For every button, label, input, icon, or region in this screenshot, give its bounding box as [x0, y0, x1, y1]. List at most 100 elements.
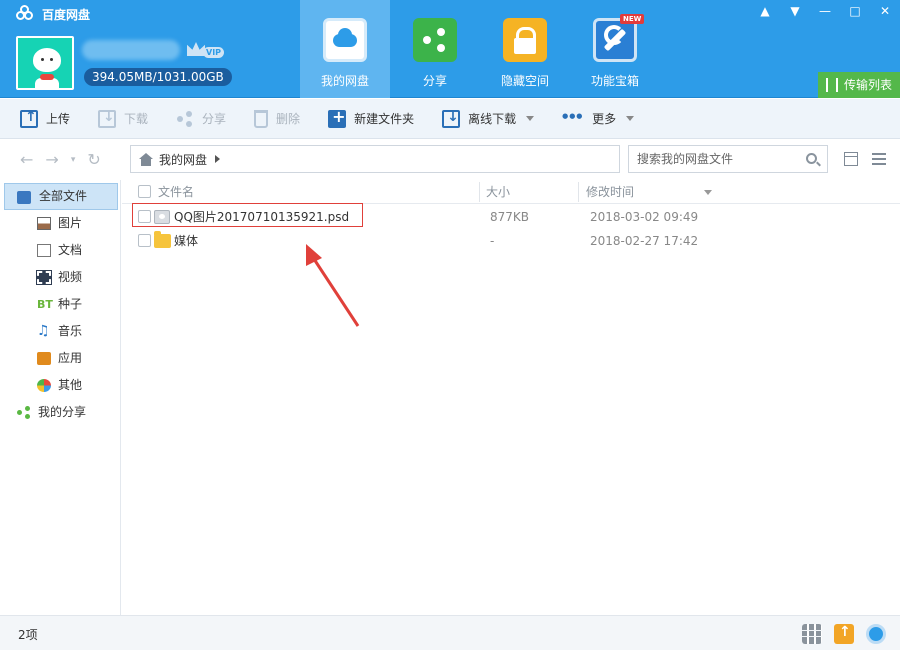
- video-icon: [36, 270, 52, 285]
- menu-button[interactable]: ▼: [780, 0, 810, 22]
- storage-quota: 394.05MB/1031.00GB: [84, 68, 232, 86]
- transfer-icon: [826, 78, 838, 92]
- sidebar-item-label: 其他: [58, 378, 83, 392]
- bt-icon: BT: [37, 298, 53, 311]
- avatar[interactable]: [16, 36, 74, 90]
- file-size: -: [490, 234, 495, 248]
- column-header-size[interactable]: 大小: [486, 180, 510, 204]
- more-dots-icon: [562, 110, 584, 128]
- item-count: 2项: [18, 628, 38, 642]
- column-header-modified[interactable]: 修改时间: [586, 180, 634, 204]
- column-divider[interactable]: [578, 182, 579, 202]
- minimize-button[interactable]: —: [810, 0, 840, 22]
- notification-button[interactable]: ▲: [750, 0, 780, 22]
- sidebar-item-label: 视频: [58, 270, 83, 284]
- nav-label: 我的网盘: [320, 74, 369, 88]
- download-button[interactable]: 下载: [98, 99, 148, 139]
- sidebar-item-videos[interactable]: 视频: [0, 264, 120, 291]
- delete-button[interactable]: 删除: [254, 99, 300, 139]
- close-button[interactable]: ✕: [870, 0, 900, 22]
- sort-chevron-down-icon[interactable]: [704, 190, 712, 195]
- music-icon: ♫: [37, 323, 50, 339]
- upload-button[interactable]: 上传: [20, 99, 70, 139]
- folder-icon: [154, 231, 171, 248]
- app-title: 百度网盘: [16, 4, 90, 23]
- status-icons: [802, 624, 886, 644]
- forward-arrow-icon[interactable]: →: [45, 150, 58, 169]
- table-row[interactable]: 媒体 - 2018-02-27 17:42: [122, 229, 900, 253]
- nav-my-netdisk[interactable]: 我的网盘: [300, 0, 390, 98]
- sidebar-item-torrents[interactable]: BT 种子: [0, 291, 120, 318]
- window-controls: ▲ ▼ — □ ✕: [750, 0, 900, 22]
- security-icon[interactable]: [866, 624, 886, 644]
- column-header-name[interactable]: 文件名: [158, 180, 194, 204]
- transfer-list-button[interactable]: 传输列表: [818, 72, 900, 98]
- offline-download-label: 离线下载: [468, 112, 517, 126]
- app-icon: [37, 352, 51, 365]
- vip-badge[interactable]: VIP: [187, 40, 227, 62]
- upload-label: 上传: [46, 112, 71, 126]
- status-bar: 2项: [0, 615, 900, 650]
- sidebar-item-all-files[interactable]: 全部文件: [4, 183, 118, 210]
- nav-hidden-space[interactable]: 隐藏空间: [480, 0, 570, 98]
- document-icon: [37, 244, 51, 257]
- download-label: 下载: [124, 112, 149, 126]
- chevron-down-icon[interactable]: [526, 116, 535, 121]
- sidebar: 全部文件 图片 文档 视频 BT 种子 ♫ 音乐 应用 其他 我的分享: [0, 180, 121, 615]
- search-placeholder: 搜索我的网盘文件: [637, 152, 734, 166]
- new-folder-label: 新建文件夹: [354, 112, 415, 126]
- nav-toolbox[interactable]: NEW 功能宝箱: [570, 0, 660, 98]
- sidebar-item-other[interactable]: 其他: [0, 372, 120, 399]
- transfer-label: 传输列表: [844, 78, 893, 92]
- row-checkbox[interactable]: [138, 234, 151, 247]
- main-nav: 我的网盘 分享 隐藏空间 NEW 功能宝箱: [300, 0, 660, 98]
- maximize-button[interactable]: □: [840, 0, 870, 22]
- share-button[interactable]: 分享: [176, 99, 226, 139]
- column-divider[interactable]: [479, 182, 480, 202]
- offline-download-button[interactable]: 离线下载: [442, 99, 535, 139]
- offline-download-icon: [442, 109, 461, 128]
- address-bar: ← → ▾ ↻ 我的网盘 搜索我的网盘文件: [0, 140, 900, 180]
- toolbox-icon: [593, 18, 637, 62]
- file-name[interactable]: 媒体: [174, 229, 198, 253]
- username-blurred[interactable]: [82, 40, 180, 60]
- sidebar-item-pictures[interactable]: 图片: [0, 210, 120, 237]
- thumbnail-view-icon[interactable]: [844, 152, 858, 166]
- sidebar-item-music[interactable]: ♫ 音乐: [0, 318, 120, 345]
- sidebar-item-label: 我的分享: [38, 405, 87, 419]
- breadcrumb-item[interactable]: 我的网盘: [159, 151, 207, 168]
- search-input[interactable]: 搜索我的网盘文件: [628, 145, 828, 173]
- trash-icon: [254, 109, 269, 128]
- baidu-cloud-logo-icon: [16, 4, 36, 22]
- back-arrow-icon[interactable]: ←: [20, 150, 33, 169]
- highlight-annotation-box: [132, 203, 363, 227]
- new-folder-button[interactable]: 新建文件夹: [328, 99, 414, 139]
- nav-share[interactable]: 分享: [390, 0, 480, 98]
- breadcrumb[interactable]: 我的网盘: [130, 145, 620, 173]
- grid-icon[interactable]: [802, 624, 822, 644]
- refresh-icon[interactable]: ↻: [87, 150, 100, 169]
- toolbar: 上传 下载 分享 删除 新建文件夹 离线下载 更多: [0, 99, 900, 139]
- history-dropdown-icon[interactable]: ▾: [71, 155, 76, 165]
- share-icon: [413, 18, 457, 62]
- delete-label: 删除: [276, 112, 301, 126]
- more-button[interactable]: 更多: [562, 99, 635, 139]
- picture-icon: [37, 217, 51, 230]
- sidebar-item-apps[interactable]: 应用: [0, 345, 120, 372]
- cloud-icon: [323, 18, 367, 62]
- vip-label: VIP: [203, 47, 225, 58]
- chevron-down-icon[interactable]: [626, 116, 635, 121]
- upload-status-icon[interactable]: [834, 624, 854, 644]
- home-icon[interactable]: [139, 152, 153, 166]
- new-badge: NEW: [620, 14, 645, 24]
- select-all-checkbox[interactable]: [138, 185, 151, 198]
- list-view-icon[interactable]: [872, 152, 886, 166]
- sidebar-item-my-share[interactable]: 我的分享: [4, 399, 118, 426]
- nav-label: 功能宝箱: [590, 74, 639, 88]
- file-size: 877KB: [490, 210, 530, 224]
- chevron-right-icon[interactable]: [215, 155, 221, 163]
- search-icon[interactable]: [806, 153, 817, 164]
- sidebar-item-documents[interactable]: 文档: [0, 237, 120, 264]
- upload-icon: [20, 109, 38, 128]
- more-label: 更多: [592, 112, 617, 126]
